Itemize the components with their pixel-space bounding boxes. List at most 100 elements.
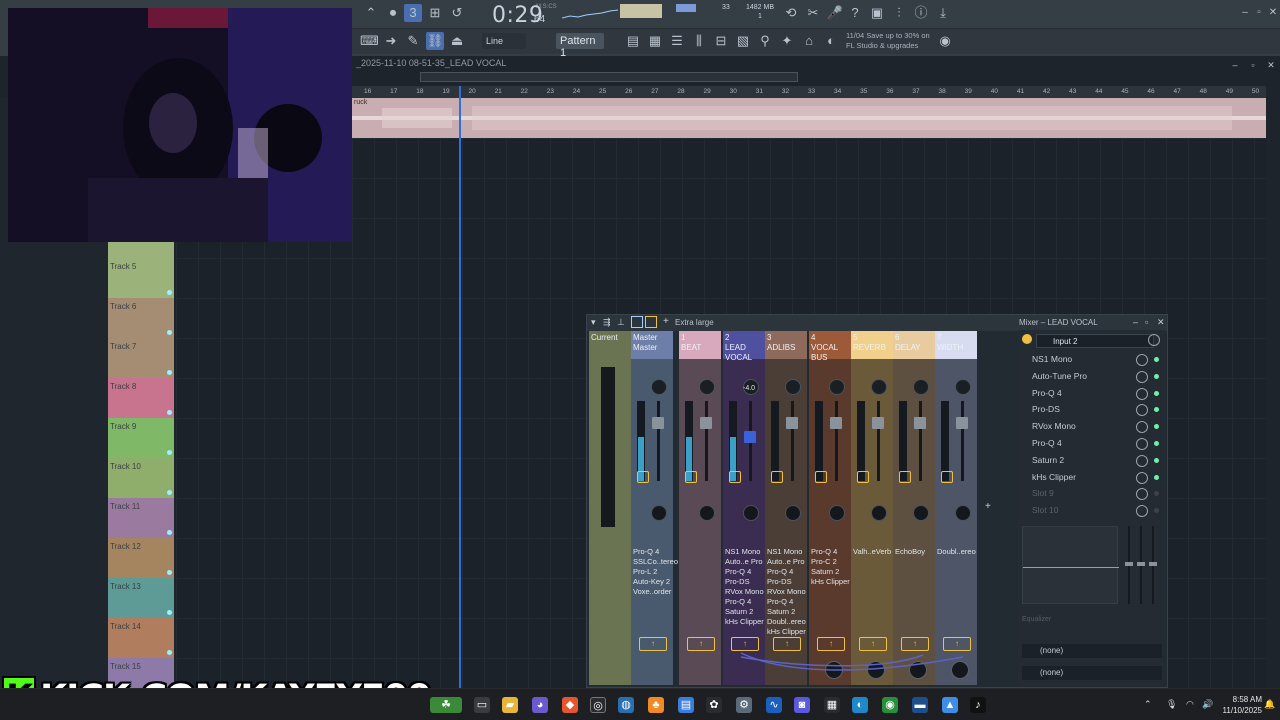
draw-icon[interactable]: ✎: [404, 32, 422, 50]
volume-fader[interactable]: [744, 431, 756, 443]
mixer-maximize-icon[interactable]: ▫: [1145, 317, 1148, 327]
volume-fader[interactable]: [830, 417, 842, 429]
plugin-name[interactable]: Auto..e Pro: [767, 557, 806, 567]
insert-slot[interactable]: Pro-Q 4: [1022, 436, 1162, 452]
track-header-partial[interactable]: [108, 242, 174, 258]
plugin-name[interactable]: Auto-Key 2: [633, 577, 678, 587]
countdown-icon[interactable]: 3: [404, 4, 422, 22]
tray-chevron-icon[interactable]: ⌃: [1144, 699, 1152, 710]
insert-slot[interactable]: Pro-Q 4: [1022, 386, 1162, 402]
plugin-name[interactable]: Saturn 2: [725, 607, 764, 617]
output-select-1[interactable]: (none): [1022, 644, 1162, 658]
track-header[interactable]: Track 9: [108, 418, 174, 458]
playlist-minimize-icon[interactable]: –: [1226, 56, 1244, 74]
plugin-name[interactable]: kHs Clipper: [725, 617, 764, 627]
mixer-strip[interactable]: 7 WIDTH Doubl..ereo ↑: [935, 331, 977, 685]
insert-timer-icon[interactable]: [1148, 334, 1160, 346]
save-icon[interactable]: ▣: [868, 4, 886, 22]
tiktok-icon[interactable]: ♪: [970, 697, 986, 713]
info-icon[interactable]: ⓘ: [912, 4, 930, 22]
stereo-toggle[interactable]: [637, 471, 649, 483]
pan-knob[interactable]: [651, 379, 667, 395]
settings-icon[interactable]: ⚙: [736, 697, 752, 713]
slot-enable-led[interactable]: [1154, 390, 1159, 396]
plugin-name[interactable]: Pro-Q 4: [767, 567, 806, 577]
slot-mix-knob[interactable]: [1136, 421, 1148, 434]
eq-band-faders[interactable]: [1124, 526, 1160, 606]
close-icon[interactable]: ✕: [1264, 4, 1280, 22]
chatgpt-icon[interactable]: ✿: [706, 697, 722, 713]
plugin-name[interactable]: Pro-DS: [725, 577, 764, 587]
plugin-name[interactable]: NS1 Mono: [725, 547, 764, 557]
mixer-minimize-icon[interactable]: –: [1133, 317, 1138, 327]
track-mute-led[interactable]: [167, 330, 172, 335]
track-header[interactable]: Track 11: [108, 498, 174, 538]
track-header[interactable]: Track 12: [108, 538, 174, 578]
insert-slot[interactable]: RVox Mono: [1022, 419, 1162, 435]
volume-fader[interactable]: [914, 417, 926, 429]
timeline-ruler[interactable]: 16 17 18 19 20 21 22 23 24 25 26 27 28 29 30 31 32 33 34 35…: [352, 86, 1266, 98]
help-icon[interactable]: ?: [846, 4, 864, 22]
track-header[interactable]: Track 8: [108, 378, 174, 418]
step-edit-icon[interactable]: ⊞: [426, 4, 444, 22]
pan-knob[interactable]: [871, 379, 887, 395]
stereo-toggle[interactable]: [941, 471, 953, 483]
plugin-name[interactable]: Saturn 2: [767, 607, 806, 617]
plugin-name[interactable]: Doubl..ereo: [937, 547, 976, 557]
loop-record-icon[interactable]: ↺: [448, 4, 466, 22]
insert-slot[interactable]: Saturn 2: [1022, 453, 1162, 469]
plugin-name[interactable]: RVox Mono: [767, 587, 806, 597]
stamp-icon[interactable]: ⏏: [448, 32, 466, 50]
task-view-icon[interactable]: ▭: [474, 697, 490, 713]
track-header[interactable]: Track 14: [108, 618, 174, 658]
pan-knob[interactable]: [785, 379, 801, 395]
system-clock[interactable]: 8:58 AM 11/10/2025: [1223, 694, 1262, 716]
track-mute-led[interactable]: [167, 410, 172, 415]
mixer-strip[interactable]: 1 BEAT ↑: [679, 331, 721, 685]
stereo-toggle[interactable]: [815, 471, 827, 483]
track-mute-led[interactable]: [167, 650, 172, 655]
pan-knob[interactable]: [913, 379, 929, 395]
edge-icon[interactable]: ◐: [852, 697, 868, 713]
volume-icon[interactable]: 🔊: [1202, 699, 1213, 710]
slot-enable-led[interactable]: [1154, 508, 1159, 514]
undo-history-icon[interactable]: ⟲: [782, 4, 800, 22]
touch-keyboard-icon[interactable]: ⌂: [800, 32, 818, 50]
playlist-maximize-icon[interactable]: ▫: [1244, 56, 1262, 74]
mixer-size-select[interactable]: Extra large: [675, 318, 714, 327]
slot-mix-knob[interactable]: [1136, 454, 1148, 467]
news-panel[interactable]: 11/04 Save up to 30% on FL Studio & upgr…: [846, 31, 930, 51]
mixer-link-icon[interactable]: [631, 316, 643, 328]
terminal-icon[interactable]: ▬: [912, 697, 928, 713]
plugin-database-icon[interactable]: ▧: [734, 32, 752, 50]
add-track-icon[interactable]: +: [985, 501, 991, 512]
track-mute-led[interactable]: [167, 290, 172, 295]
slot-mix-knob[interactable]: [1136, 387, 1148, 400]
link-icon[interactable]: ⛓: [426, 32, 444, 50]
piano-roll-icon[interactable]: ⌨: [360, 32, 379, 50]
arrow-right-icon[interactable]: ➜: [382, 32, 400, 50]
pan-knob[interactable]: [955, 379, 971, 395]
route-button[interactable]: ↑: [639, 637, 667, 651]
fl-studio-icon[interactable]: ♣: [648, 697, 664, 713]
slot-enable-led[interactable]: [1154, 457, 1159, 463]
slot-enable-led[interactable]: [1154, 357, 1159, 362]
slot-enable-led[interactable]: [1154, 373, 1159, 379]
stereo-separation-knob[interactable]: [913, 505, 929, 521]
volume-fader[interactable]: [700, 417, 712, 429]
notification-icon[interactable]: 🔔: [1264, 699, 1275, 710]
plugin-name[interactable]: Pro-L 2: [633, 567, 678, 577]
slot-enable-led[interactable]: [1154, 441, 1159, 446]
insert-slot[interactable]: Auto-Tune Pro: [1022, 369, 1162, 385]
insert-slot[interactable]: Slot 10: [1022, 503, 1162, 519]
stereo-separation-knob[interactable]: [699, 505, 715, 521]
chrome-icon[interactable]: ◉: [882, 697, 898, 713]
volume-fader[interactable]: [652, 417, 664, 429]
plugin-name[interactable]: Pro-DS: [767, 577, 806, 587]
volume-fader[interactable]: [872, 417, 884, 429]
stereo-separation-knob[interactable]: [651, 505, 667, 521]
pan-knob[interactable]: [699, 379, 715, 395]
stereo-separation-knob[interactable]: [871, 505, 887, 521]
mic-tray-icon[interactable]: 🎙: [1166, 699, 1177, 710]
stereo-toggle[interactable]: [771, 471, 783, 483]
